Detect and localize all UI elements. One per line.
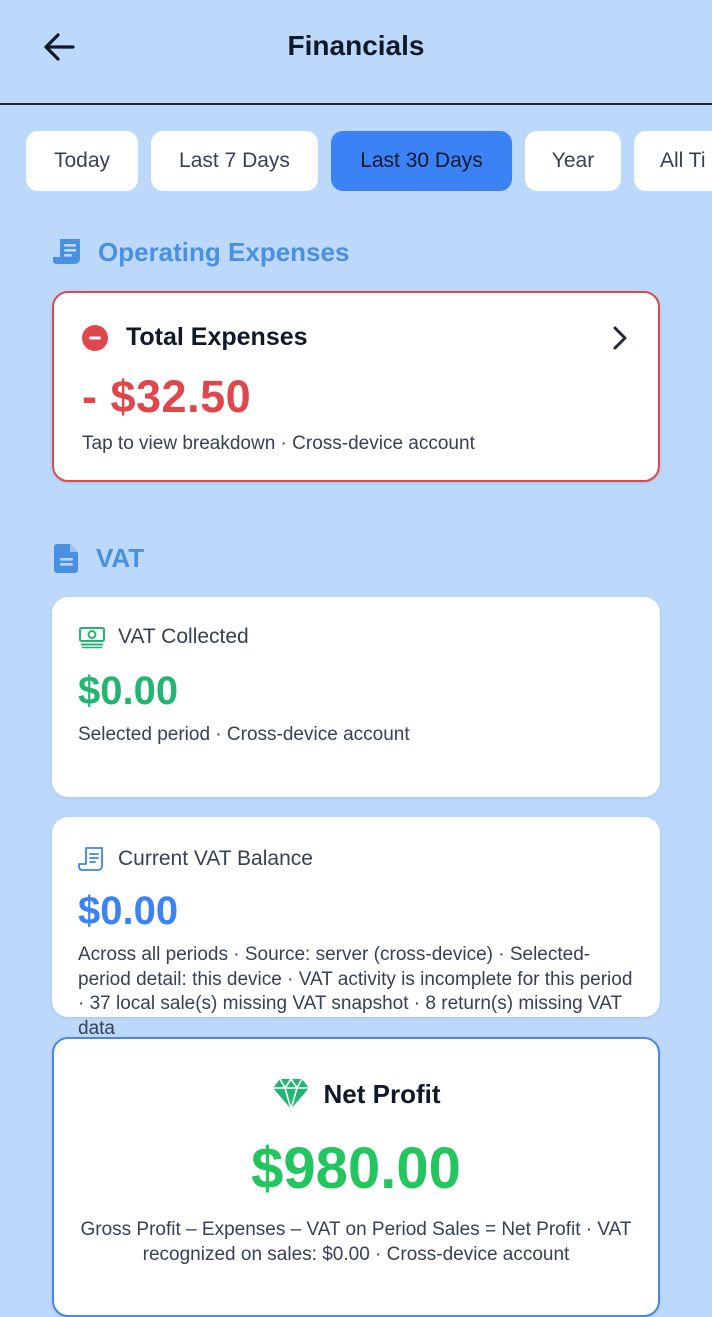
- top-bar: Financials: [0, 0, 712, 105]
- receipt-outline-icon: [78, 847, 103, 871]
- vat-balance-card: Current VAT Balance $0.00 Across all per…: [52, 817, 660, 1039]
- vat-collected-header: VAT Collected: [78, 625, 249, 649]
- net-profit-card: Net Profit $980.00 Gross Profit – Expens…: [52, 1037, 660, 1317]
- total-expenses-title: Total Expenses: [126, 323, 308, 351]
- total-expenses-amount: - $32.50: [82, 371, 252, 422]
- tab-last-7-days[interactable]: Last 7 Days: [151, 131, 318, 191]
- banknote-icon: [79, 627, 105, 649]
- net-profit-formula: Gross Profit – Expenses – VAT on Period …: [80, 1219, 632, 1265]
- total-expenses-subtitle: Tap to view breakdown · Cross-device acc…: [82, 433, 475, 454]
- section-title-vat: VAT: [96, 542, 145, 573]
- vat-collected-subtitle: Selected period · Cross-device account: [78, 724, 410, 745]
- net-profit-amount: $980.00: [251, 1136, 461, 1201]
- vat-balance-label: Current VAT Balance: [118, 847, 313, 870]
- vat-collected-card: VAT Collected $0.00 Selected period · Cr…: [52, 597, 660, 797]
- total-expenses-card[interactable]: Total Expenses - $32.50 Tap to view brea…: [52, 291, 660, 482]
- tab-year[interactable]: Year: [525, 131, 621, 191]
- section-title-operating-expenses: Operating Expenses: [98, 236, 350, 267]
- net-profit-header: Net Profit: [54, 1077, 658, 1111]
- vat-balance-detail: Across all periods · Source: server (cro…: [78, 944, 633, 1039]
- gem-icon: [272, 1078, 309, 1110]
- operating-expenses-header: Operating Expenses: [52, 236, 349, 268]
- vat-collected-label: VAT Collected: [118, 625, 249, 648]
- net-profit-title: Net Profit: [323, 1078, 441, 1109]
- document-icon: [54, 544, 78, 573]
- page-title: Financials: [287, 30, 425, 61]
- tab-all-time[interactable]: All Ti: [634, 131, 712, 191]
- vat-balance-header: Current VAT Balance: [78, 845, 313, 873]
- tab-last-30-days[interactable]: Last 30 Days: [331, 131, 512, 191]
- vat-collected-amount: $0.00: [78, 669, 179, 713]
- receipt-icon: [53, 239, 80, 264]
- vat-header: VAT: [52, 542, 144, 574]
- period-tabs: Today Last 7 Days Last 30 Days Year All …: [0, 131, 712, 193]
- chevron-right-icon: [613, 326, 627, 350]
- total-expenses-header: Total Expenses: [82, 323, 308, 352]
- minus-circle-icon: [82, 324, 108, 351]
- vat-balance-amount: $0.00: [78, 889, 179, 933]
- tab-today[interactable]: Today: [26, 131, 138, 191]
